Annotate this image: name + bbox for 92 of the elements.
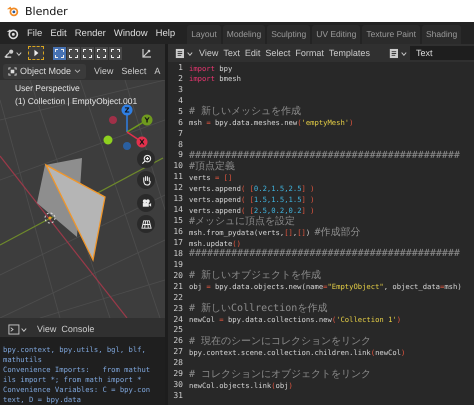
menu-item[interactable]: Window [114,28,148,38]
cursor-icon [32,49,40,57]
menu-item[interactable]: A [154,66,160,76]
line-number: 31 [172,391,183,400]
line-number: 28 [172,358,183,368]
text-name-field[interactable]: Text [410,46,474,60]
blender-logo-icon[interactable] [6,26,19,40]
code-line: # 新しいオブジェクトを作成 [189,268,322,282]
line-number: 22 [172,292,183,302]
code-line: # 現在のシーンにコレクションをリンク [189,334,372,348]
line-number: 1 [177,62,183,72]
menu-item[interactable]: View [37,324,56,334]
line-number: 29 [172,369,183,378]
select-box-button[interactable] [28,46,44,60]
workspace-tab[interactable]: UV Editing [312,25,360,44]
workspace-tab[interactable]: Texture Paint [362,25,420,44]
menu-item[interactable]: Console [61,324,94,334]
line-number: 13 [172,194,183,204]
zoom-icon [140,154,152,164]
menu-item[interactable]: View [94,66,114,76]
blender-logo-icon [6,4,20,18]
selection-mode-button[interactable] [81,46,94,60]
menu-item[interactable]: Render [74,28,106,38]
camera-button[interactable] [137,194,155,212]
selection-mode-button[interactable] [109,46,122,60]
editor-type-icon[interactable] [3,48,23,58]
transform-icon[interactable] [141,47,153,59]
text-datablock-icon[interactable] [388,48,408,58]
origin-icon [44,212,56,224]
line-number: 10 [172,161,183,170]
menu-item[interactable]: File [27,28,42,38]
line-number: 2 [177,74,183,83]
workspace-tab[interactable]: Modeling [222,25,266,44]
hand-icon [140,174,152,186]
line-number: 24 [172,314,183,324]
line-number: 27 [172,347,183,356]
console-icon[interactable] [8,324,28,334]
menu-item[interactable]: Text [223,48,240,58]
grid-icon [140,218,152,230]
line-number: 30 [172,380,183,390]
menu-item[interactable]: Select [265,48,290,58]
workspace-tab[interactable]: Shading [422,25,462,44]
code-line: #メッシュに頂点を設定 [189,214,296,228]
line-number: 3 [177,84,183,94]
selection-mode-button[interactable] [95,46,108,60]
code-line: #頂点定義 [189,160,236,173]
menu-item[interactable]: Select [121,66,146,76]
menu-item[interactable]: Edit [50,28,67,38]
zoom-button[interactable] [137,150,155,168]
selection-mode-button[interactable] [53,46,66,60]
line-number: 6 [177,118,183,127]
code-line: # コレクションにオブジェクトをリンク [189,368,372,381]
line-number: 20 [172,270,183,280]
line-number: 9 [177,150,183,160]
line-number: 17 [172,238,183,247]
menu-item[interactable]: Help [156,28,176,38]
grid-view-button[interactable] [137,215,155,233]
view-name: User Perspective [15,83,81,93]
line-number: 7 [177,128,183,138]
line-number: 19 [172,260,183,269]
line-number: 4 [177,96,183,105]
selection-mode-button[interactable] [67,46,80,60]
window-title: Blender [25,4,68,18]
object-info: (1) Collection | EmptyObject.001 [15,96,138,106]
line-number: 25 [172,325,183,334]
menu-item[interactable]: Edit [244,48,260,58]
object-mode-dropdown[interactable]: Object Mode [3,64,86,78]
line-number: 15 [172,216,183,226]
pan-button[interactable] [137,171,155,189]
line-number: 5 [177,106,183,116]
menu-item[interactable]: Templates [328,48,370,58]
line-number: 23 [172,304,183,313]
caret-icon [74,68,82,74]
menu-item[interactable]: View [199,48,218,58]
object-mode-icon [8,66,17,76]
menu-item[interactable]: Format [295,48,324,58]
line-number: 8 [177,140,183,149]
line-number: 11 [172,172,183,182]
code-line: ############################################# [189,248,460,260]
line-number: 16 [172,227,183,236]
line-number: 21 [172,282,183,291]
line-number: 26 [172,336,183,346]
line-number: 12 [172,183,183,192]
workspace-tab[interactable]: Layout [187,25,221,44]
camera-icon [140,198,152,208]
code-line: ############################################# [189,149,460,161]
line-number: 14 [172,205,183,214]
code-line: # 新しいCollrectionを作成 [189,302,328,316]
line-number: 18 [172,248,183,258]
code-line: # 新しいメッシュを作成 [189,104,302,118]
workspace-tab[interactable]: Sculpting [267,25,310,44]
editor-type-icon[interactable] [174,48,194,58]
